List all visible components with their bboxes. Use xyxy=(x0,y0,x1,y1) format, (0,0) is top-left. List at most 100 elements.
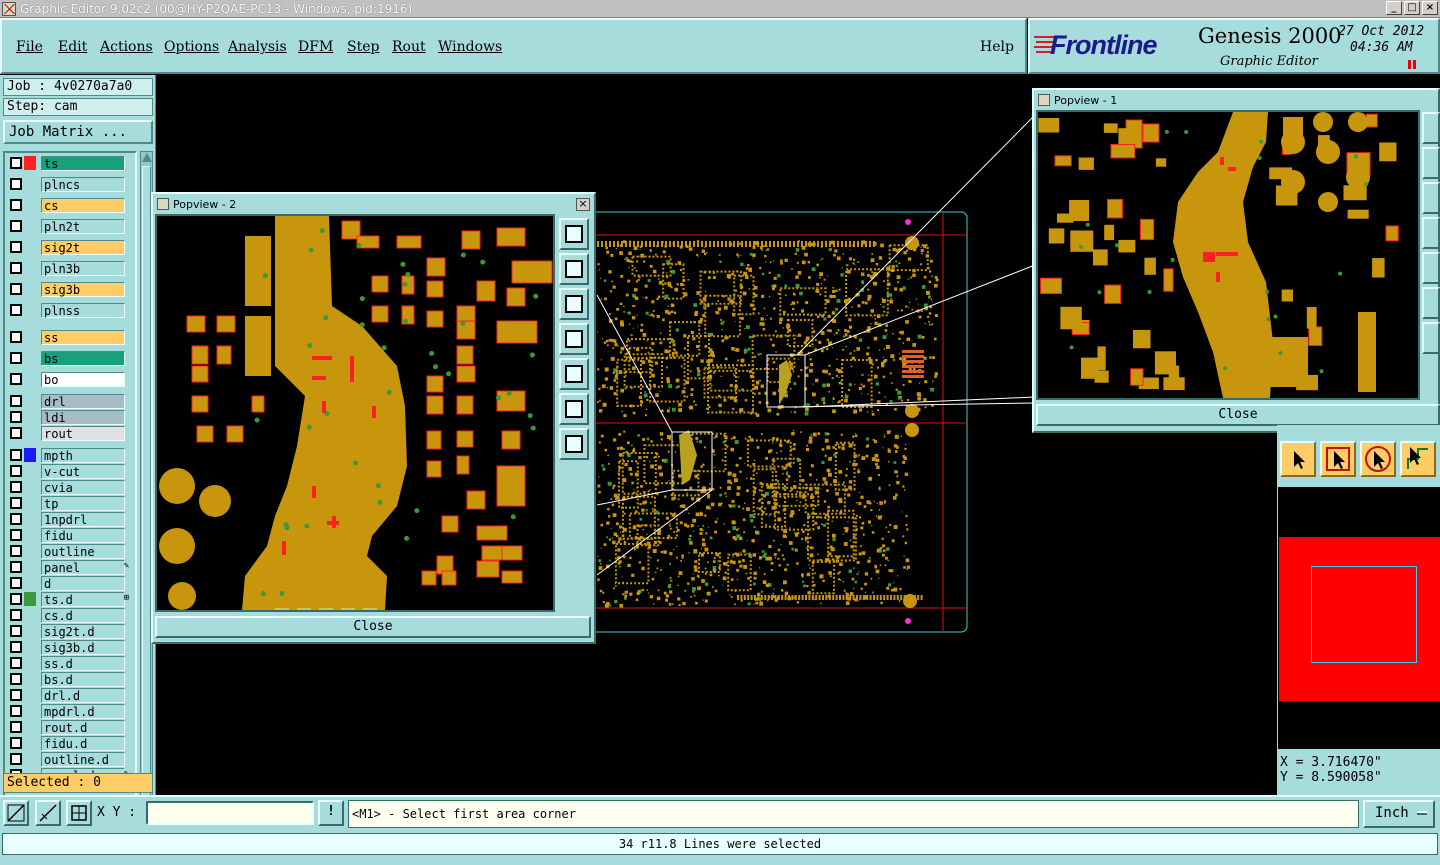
layer-checkbox[interactable] xyxy=(10,465,22,477)
menu-rout[interactable]: Rout xyxy=(392,39,426,55)
layer-name[interactable]: sig3b.d xyxy=(41,639,125,655)
menu-actions[interactable]: Actions xyxy=(100,39,153,55)
pan-down-icon[interactable] xyxy=(559,288,589,320)
layer-name[interactable]: sig2t xyxy=(41,239,125,255)
layer-name[interactable]: rout.d xyxy=(41,719,125,735)
layer-name[interactable]: outline xyxy=(41,543,125,559)
layer-checkbox[interactable] xyxy=(10,529,22,541)
layer-row-ss-d[interactable]: ss.d xyxy=(7,655,135,671)
layer-name[interactable]: outline.d xyxy=(41,751,125,767)
layer-checkbox[interactable] xyxy=(10,220,22,232)
pan-left-icon[interactable] xyxy=(559,323,589,355)
layer-name[interactable]: panel xyxy=(41,559,125,575)
overview-viewport[interactable] xyxy=(1311,566,1417,663)
layer-name[interactable]: plnss xyxy=(41,302,125,318)
layer-row-sig3b[interactable]: sig3b xyxy=(7,281,135,297)
layer-name[interactable]: ts.d xyxy=(41,591,125,607)
layer-checkbox[interactable] xyxy=(10,705,22,717)
layer-row-sig3b-d[interactable]: sig3b.d xyxy=(7,639,135,655)
popview-1-view[interactable] xyxy=(1036,110,1420,400)
layer-checkbox[interactable] xyxy=(10,657,22,669)
layer-row-mpdrl-d[interactable]: mpdrl.d xyxy=(7,703,135,719)
maximize-button[interactable]: □ xyxy=(1404,1,1420,15)
popview-2-view[interactable] xyxy=(155,214,555,612)
layer-row-drl-d[interactable]: drl.d xyxy=(7,687,135,703)
zoom-fit-icon[interactable] xyxy=(1422,112,1440,144)
layer-name[interactable]: bs xyxy=(41,350,125,366)
layer-row-ldi[interactable]: ldi xyxy=(7,409,135,425)
layer-name[interactable]: fidu xyxy=(41,527,125,543)
layer-name[interactable]: bo xyxy=(41,371,125,387)
layer-row-fidu-d[interactable]: fidu.d xyxy=(7,735,135,751)
layer-row-rout[interactable]: rout xyxy=(7,425,135,441)
layer-checkbox[interactable] xyxy=(10,561,22,573)
zoom-in-icon[interactable] xyxy=(1422,322,1440,354)
layer-name[interactable]: cvia xyxy=(41,479,125,495)
layer-row-pln3b[interactable]: pln3b xyxy=(7,260,135,276)
layer-checkbox[interactable] xyxy=(10,427,22,439)
select-net-icon[interactable] xyxy=(1400,441,1436,477)
layer-name[interactable]: ts xyxy=(41,155,125,171)
layer-checkbox[interactable] xyxy=(10,577,22,589)
layer-row-outline-d[interactable]: outline.d xyxy=(7,751,135,767)
layer-row-bs-d[interactable]: bs.d xyxy=(7,671,135,687)
popview-1-window[interactable]: Popview - 1 Close xyxy=(1032,88,1440,433)
menu-dfm[interactable]: DFM xyxy=(298,39,333,55)
window-titlebar[interactable]: Graphic Editor 9.02c2 (00@HY-P2QAE-PC13 … xyxy=(0,0,1440,18)
scroll-up-icon[interactable] xyxy=(142,153,152,162)
layer-row-cvia[interactable]: cvia xyxy=(7,479,135,495)
zoom-out-icon[interactable] xyxy=(559,393,589,425)
layer-checkbox[interactable] xyxy=(10,593,22,605)
layer-row-1npdrl[interactable]: 1npdrl xyxy=(7,511,135,527)
pan-up-icon[interactable] xyxy=(1422,147,1440,179)
select-box-icon[interactable] xyxy=(1320,441,1356,477)
pan-down-icon[interactable] xyxy=(1422,182,1440,214)
layer-checkbox[interactable] xyxy=(10,395,22,407)
layer-row-sig2t[interactable]: sig2t xyxy=(7,239,135,255)
layer-name[interactable]: ldi xyxy=(41,409,125,425)
layer-row-d[interactable]: d xyxy=(7,575,135,591)
popview-2-close-icon[interactable]: × xyxy=(576,198,590,211)
menu-windows[interactable]: Windows xyxy=(438,39,502,55)
layer-name[interactable]: rout xyxy=(41,425,125,441)
layer-checkbox[interactable] xyxy=(10,373,22,385)
popview-2-titlebar[interactable]: Popview - 2 × xyxy=(155,196,592,212)
layer-checkbox[interactable] xyxy=(10,689,22,701)
menu-edit[interactable]: Edit xyxy=(58,39,87,55)
zoom-out-icon[interactable] xyxy=(1422,287,1440,319)
command-execute-button[interactable]: ! xyxy=(318,800,344,826)
select-circle-icon[interactable] xyxy=(1360,441,1396,477)
layer-checkbox[interactable] xyxy=(10,331,22,343)
job-matrix-button[interactable]: Job Matrix ... xyxy=(3,120,153,144)
layer-checkbox[interactable] xyxy=(10,241,22,253)
layer-row-cs-d[interactable]: cs.d xyxy=(7,607,135,623)
zoom-fit-icon[interactable] xyxy=(559,218,589,250)
layer-row-sig2t-d[interactable]: sig2t.d xyxy=(7,623,135,639)
zoom-in-icon[interactable] xyxy=(559,428,589,460)
layer-checkbox[interactable] xyxy=(10,753,22,765)
layer-row-fidu[interactable]: fidu xyxy=(7,527,135,543)
layer-checkbox[interactable] xyxy=(10,737,22,749)
layer-name[interactable]: mpdrl.d xyxy=(41,703,125,719)
layer-name[interactable]: drl xyxy=(41,393,125,409)
layer-checkbox[interactable] xyxy=(10,641,22,653)
layer-name[interactable]: 1npdrl xyxy=(41,511,125,527)
minimize-button[interactable]: _ xyxy=(1386,1,1402,15)
layer-name[interactable]: fidu.d xyxy=(41,735,125,751)
layer-row-rout-d[interactable]: rout.d xyxy=(7,719,135,735)
layer-name[interactable]: sig2t.d xyxy=(41,623,125,639)
layer-checkbox[interactable] xyxy=(10,411,22,423)
layer-name[interactable]: d xyxy=(41,575,125,591)
layer-checkbox[interactable] xyxy=(10,481,22,493)
layer-checkbox[interactable] xyxy=(10,304,22,316)
layer-checkbox[interactable] xyxy=(10,283,22,295)
layer-checkbox[interactable] xyxy=(10,262,22,274)
popview-1-titlebar[interactable]: Popview - 1 xyxy=(1036,92,1436,108)
layer-checkbox[interactable] xyxy=(10,497,22,509)
layer-name[interactable]: ss.d xyxy=(41,655,125,671)
layer-row-cs[interactable]: cs xyxy=(7,197,135,213)
pan-right-icon[interactable] xyxy=(559,358,589,390)
layer-row-bs[interactable]: bs xyxy=(7,350,135,366)
layer-checkbox[interactable] xyxy=(10,178,22,190)
popview-2-window[interactable]: Popview - 2 × Close xyxy=(151,192,596,644)
